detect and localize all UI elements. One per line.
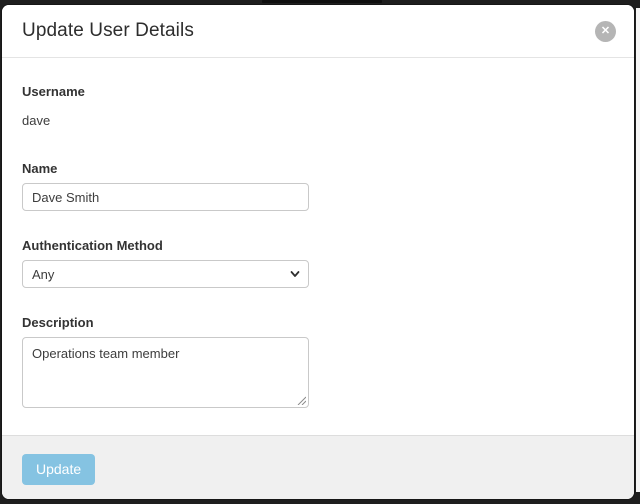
auth-method-label: Authentication Method <box>22 238 614 253</box>
username-label: Username <box>22 84 614 99</box>
description-field[interactable]: Operations team member <box>22 337 309 408</box>
close-icon[interactable]: ✕ <box>595 21 616 42</box>
description-section: Description Operations team member <box>22 315 614 408</box>
modal-body: Username dave Name Authentication Method… <box>2 58 634 435</box>
username-value: dave <box>22 113 614 128</box>
backdrop-page-remnant <box>262 0 382 3</box>
auth-method-select[interactable]: Any <box>22 260 309 288</box>
page-backdrop: Update User Details ✕ Username dave Name… <box>0 0 640 504</box>
name-section: Name <box>22 161 614 211</box>
modal-footer: Update <box>2 435 634 500</box>
name-label: Name <box>22 161 614 176</box>
modal-title: Update User Details <box>22 20 194 42</box>
modal-header: Update User Details ✕ <box>2 5 634 58</box>
username-section: Username dave <box>22 84 614 128</box>
update-button[interactable]: Update <box>22 454 95 485</box>
auth-method-section: Authentication Method Any <box>22 238 614 288</box>
description-label: Description <box>22 315 614 330</box>
update-user-modal: Update User Details ✕ Username dave Name… <box>1 4 635 500</box>
name-field[interactable] <box>22 183 309 211</box>
backdrop-right-sliver <box>636 8 640 492</box>
